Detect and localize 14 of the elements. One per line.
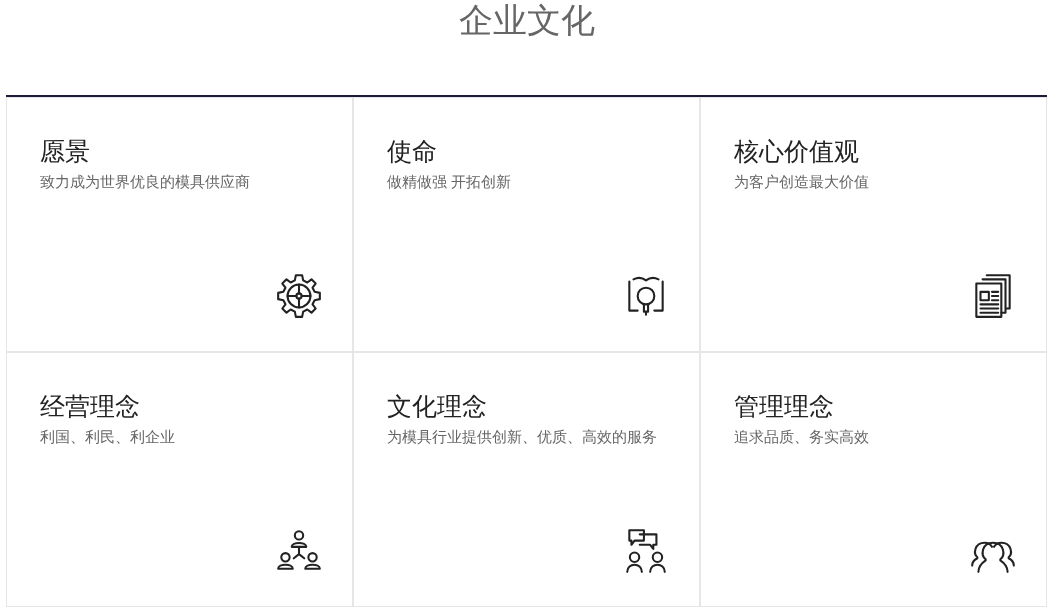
card-heading: 愿景 xyxy=(40,136,90,167)
card-description: 为模具行业提供创新、优质、高效的服务 xyxy=(387,427,657,447)
card-heading: 文化理念 xyxy=(387,391,487,422)
card-heading: 管理理念 xyxy=(734,391,834,422)
card-description: 追求品质、务实高效 xyxy=(734,427,869,447)
card-heading: 核心价值观 xyxy=(734,136,859,167)
card-description: 做精做强 开拓创新 xyxy=(387,172,512,192)
section-title: 企业文化 xyxy=(458,0,595,40)
card-heading: 经营理念 xyxy=(40,391,140,422)
card-description: 利国、利民、利企业 xyxy=(40,427,175,447)
card-heading: 使命 xyxy=(387,136,437,167)
card-description: 致力成为世界优良的模具供应商 xyxy=(40,172,250,192)
gear-icon xyxy=(274,271,324,321)
card-description: 为客户创造最大价值 xyxy=(734,172,869,192)
